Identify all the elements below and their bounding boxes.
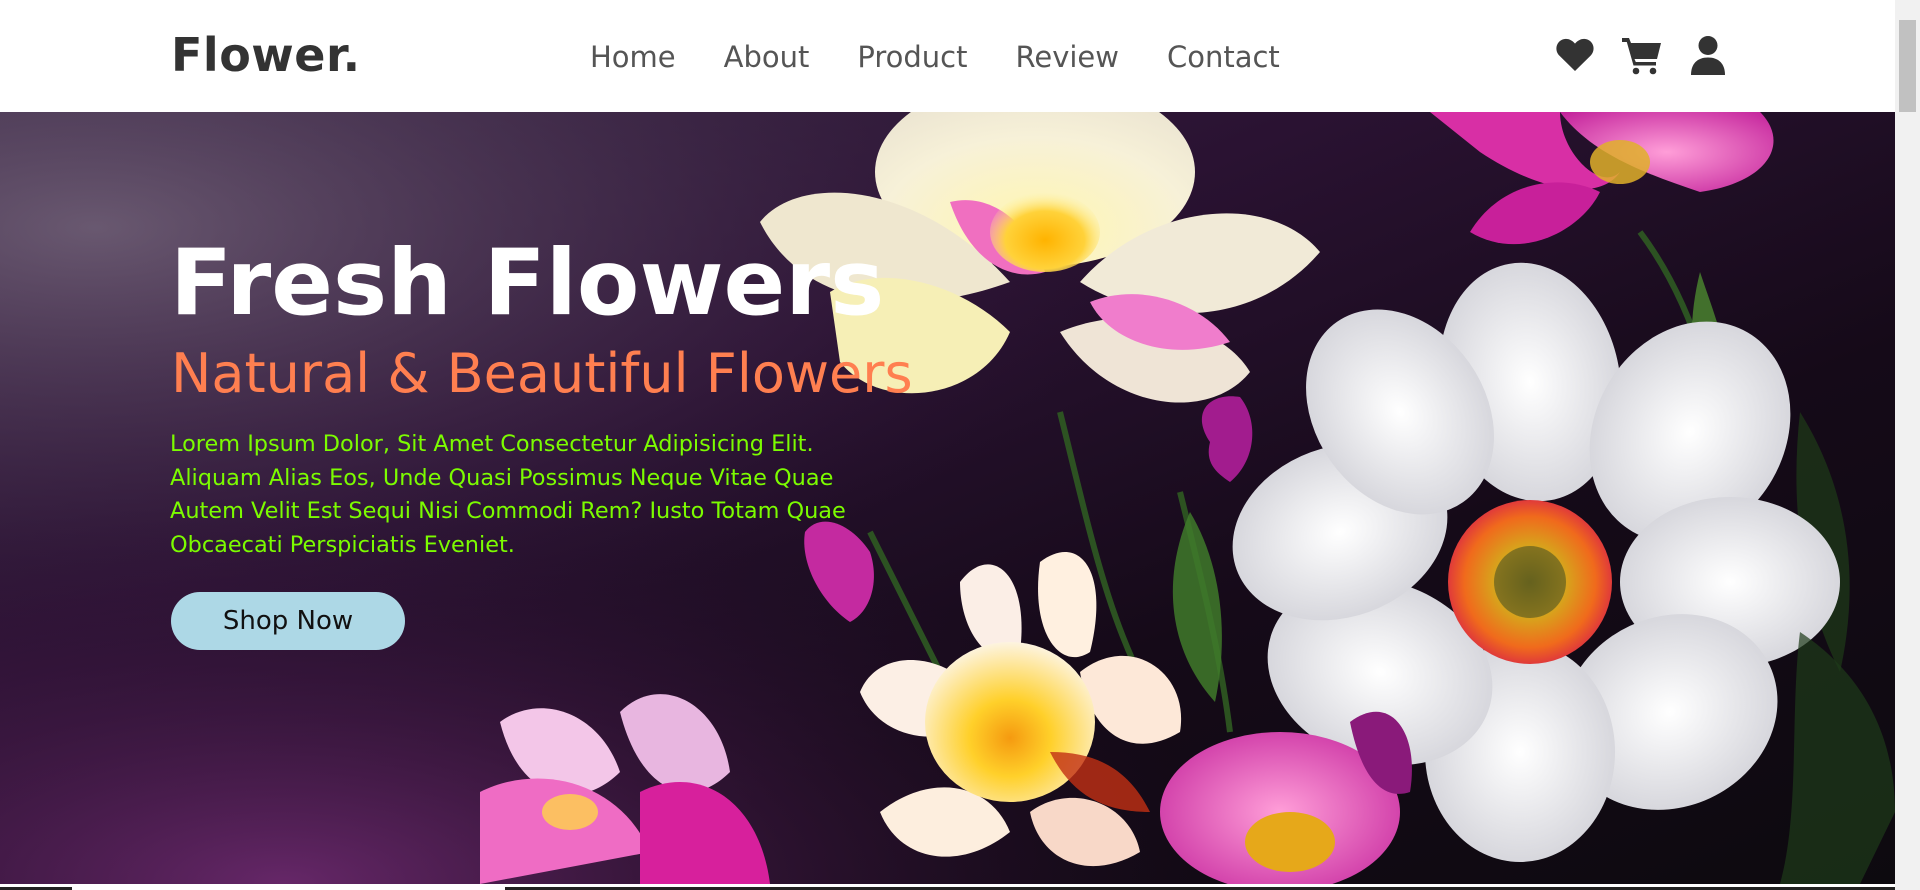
hero-subtitle: Natural & Beautiful Flowers xyxy=(171,342,913,405)
hero-title: Fresh Flowers xyxy=(170,231,885,336)
hero-description-line: Aliquam Alias Eos, Unde Quasi Possimus N… xyxy=(170,464,834,491)
nav-link-about[interactable]: About xyxy=(724,37,810,77)
scrollbar-thumb[interactable] xyxy=(1899,20,1916,112)
main-nav: Home About Product Review Contact xyxy=(590,37,1280,77)
hero-description-line: Autem Velit Est Sequi Nisi Commodi Rem? … xyxy=(170,498,846,524)
hero-description-line: Obcaecati Perspiciatis Eveniet. xyxy=(170,531,515,558)
hero-description: Lorem Ipsum Dolor, Sit Amet Consectetur … xyxy=(170,428,880,562)
vertical-scrollbar[interactable] xyxy=(1895,0,1920,890)
hero-section: Fresh Flowers Natural & Beautiful Flower… xyxy=(0,112,1895,884)
nav-link-review[interactable]: Review xyxy=(1016,37,1119,77)
hero-description-line: Lorem Ipsum Dolor, Sit Amet Consectetur … xyxy=(170,431,814,457)
shopping-cart-icon[interactable] xyxy=(1621,34,1663,76)
shop-now-button[interactable]: Shop Now xyxy=(171,592,405,650)
heart-icon[interactable] xyxy=(1554,34,1596,76)
logo[interactable]: Flower. xyxy=(171,26,361,84)
nav-link-contact[interactable]: Contact xyxy=(1167,37,1280,77)
next-section-edge xyxy=(0,884,1895,890)
user-icon[interactable] xyxy=(1687,34,1729,76)
nav-link-product[interactable]: Product xyxy=(857,37,967,77)
nav-link-home[interactable]: Home xyxy=(590,37,676,77)
site-header: Flower. Home About Product Review Contact xyxy=(0,0,1895,112)
